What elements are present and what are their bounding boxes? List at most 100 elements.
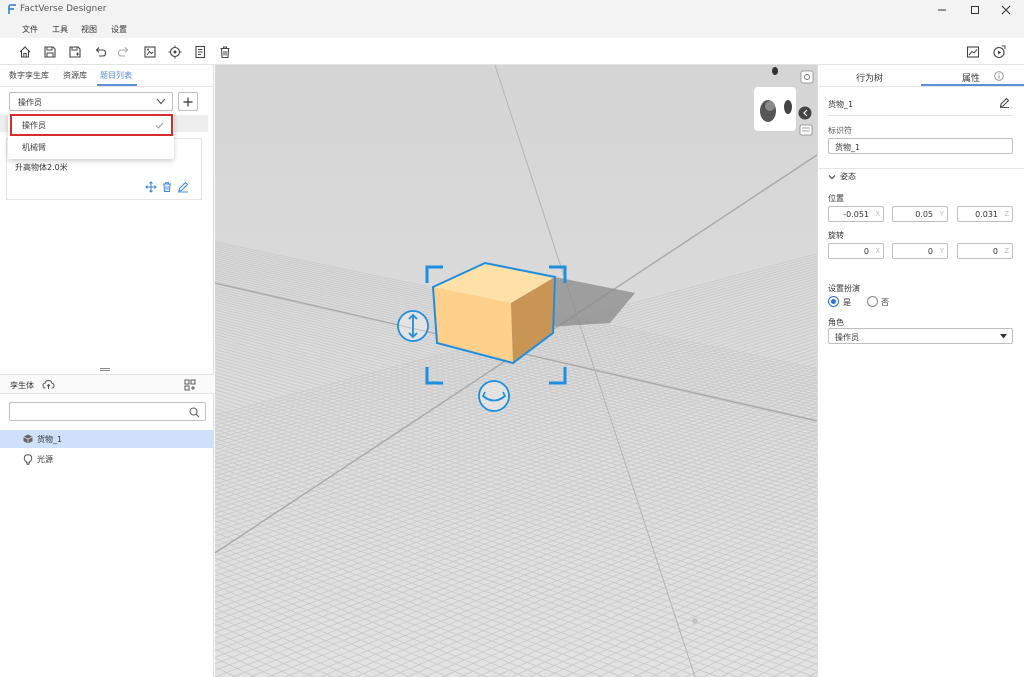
twin-panel-title: 孪生体 <box>10 381 34 390</box>
title-bar: FactVerse Designer <box>0 0 1024 20</box>
add-button[interactable] <box>178 92 198 111</box>
position-x-field[interactable]: -0.051 X <box>828 206 884 222</box>
grid-marker <box>692 618 698 624</box>
position-x-value: -0.051 <box>843 210 869 219</box>
search-icon[interactable] <box>189 407 200 418</box>
chevron-down-icon <box>156 98 166 105</box>
tab-properties[interactable]: 属性 <box>962 71 980 84</box>
redo-icon[interactable] <box>114 42 133 61</box>
dropdown-option-robot-arm[interactable]: 机械臂 <box>22 142 46 153</box>
rotation-z-value: 0 <box>992 247 998 256</box>
identifier-label: 标识符 <box>828 126 852 135</box>
position-z-field[interactable]: 0.031 Z <box>957 206 1013 222</box>
publish-icon[interactable] <box>989 42 1008 61</box>
axis-x-label: X <box>875 247 880 255</box>
tree-item-label: 货物_1 <box>37 435 63 444</box>
twin-panel-header: 孪生体 <box>0 374 214 394</box>
vertical-move-gizmo-icon[interactable] <box>397 310 429 342</box>
cloud-upload-icon[interactable] <box>42 379 55 390</box>
left-panel: 数字孪生库 资源库 题目列表 操作员 升高物体2.0米 操作员 机械臂 孪生体 … <box>0 65 214 677</box>
menu-settings[interactable]: 设置 <box>111 24 127 35</box>
collapse-chevron-icon[interactable] <box>828 173 836 181</box>
scene-icon[interactable] <box>140 42 159 61</box>
info-icon[interactable] <box>994 71 1004 81</box>
document-icon[interactable] <box>190 42 209 61</box>
window-title: FactVerse Designer <box>20 4 107 14</box>
caret-down-icon <box>1000 334 1007 339</box>
check-icon <box>155 122 164 129</box>
splitter-grip-icon <box>100 368 110 369</box>
tab-resource-library[interactable]: 资源库 <box>63 70 87 81</box>
divider <box>828 115 1014 116</box>
actor-no-label: 否 <box>881 298 889 307</box>
close-icon[interactable] <box>999 3 1013 17</box>
axis-z-label: Z <box>1004 247 1009 255</box>
viewport-settings-icon[interactable] <box>800 70 814 84</box>
pencil-edit-icon[interactable] <box>999 97 1010 108</box>
role-dropdown[interactable]: 操作员 <box>828 328 1013 344</box>
home-icon[interactable] <box>15 42 34 61</box>
tab-digital-twin-library[interactable]: 数字孪生库 <box>9 70 49 81</box>
set-actor-label: 设置扮演 <box>828 284 860 293</box>
twin-search-box <box>9 402 206 421</box>
scene-canvas <box>215 65 817 677</box>
tab-divider <box>818 86 1024 87</box>
layout-icon[interactable] <box>184 379 196 391</box>
cube-icon <box>23 434 33 444</box>
app-logo-icon <box>8 4 17 15</box>
role-label: 角色 <box>828 318 844 327</box>
edit-icon[interactable] <box>177 181 189 193</box>
position-label: 位置 <box>828 194 844 203</box>
rotation-y-value: 0 <box>927 247 933 256</box>
tab-behavior-tree[interactable]: 行为树 <box>856 71 883 84</box>
nav-back-icon[interactable] <box>798 106 812 120</box>
tab-question-list[interactable]: 题目列表 <box>100 70 132 81</box>
save-as-icon[interactable] <box>65 42 84 61</box>
actor-yes-label: 是 <box>843 298 851 307</box>
compass-top-icon[interactable] <box>772 67 778 75</box>
toolbar <box>0 38 1024 65</box>
move-icon[interactable] <box>145 181 157 193</box>
rotate-gizmo-icon[interactable] <box>478 380 510 412</box>
actor-no-radio[interactable] <box>867 296 878 307</box>
delete-icon[interactable] <box>215 42 234 61</box>
menu-view[interactable]: 视图 <box>81 24 97 35</box>
undo-icon[interactable] <box>90 42 109 61</box>
pose-section-title: 姿态 <box>840 172 856 181</box>
camera-view-icon[interactable] <box>799 124 813 136</box>
axis-z-label: Z <box>1004 210 1009 218</box>
menu-file[interactable]: 文件 <box>22 24 38 35</box>
rotation-z-field[interactable]: 0 Z <box>957 243 1013 259</box>
tree-item-cargo[interactable]: 货物_1 <box>0 430 214 448</box>
trash-icon[interactable] <box>161 181 173 193</box>
position-y-value: 0.05 <box>915 210 933 219</box>
axis-x-label: X <box>875 210 880 218</box>
position-z-value: 0.031 <box>975 210 998 219</box>
target-icon[interactable] <box>165 42 184 61</box>
lightbulb-icon <box>23 454 33 465</box>
maximize-icon[interactable] <box>968 3 982 17</box>
tree-item-light[interactable]: 光源 <box>0 450 214 468</box>
rotation-x-field[interactable]: 0 X <box>828 243 884 259</box>
dropdown-option-operator[interactable]: 操作员 <box>10 114 173 136</box>
tree-item-label: 光源 <box>37 455 53 464</box>
actor-yes-radio[interactable] <box>828 296 839 307</box>
rotation-label: 旋转 <box>828 231 844 240</box>
rotation-x-value: 0 <box>863 247 869 256</box>
menu-bar: 文件 工具 视图 设置 <box>0 20 1024 38</box>
position-y-field[interactable]: 0.05 Y <box>892 206 948 222</box>
3d-viewport[interactable] <box>215 65 817 677</box>
menu-tools[interactable]: 工具 <box>52 24 68 35</box>
identifier-value: 货物_1 <box>835 143 861 152</box>
axis-y-label: Y <box>939 210 944 218</box>
panel-splitter[interactable] <box>0 367 214 373</box>
tab-divider <box>0 86 214 87</box>
chart-icon[interactable] <box>963 42 982 61</box>
save-icon[interactable] <box>40 42 59 61</box>
role-select[interactable]: 操作员 <box>9 92 173 111</box>
identifier-field[interactable]: 货物_1 <box>828 138 1013 154</box>
rotation-y-field[interactable]: 0 Y <box>892 243 948 259</box>
twin-search-input[interactable] <box>10 403 180 420</box>
minimize-icon[interactable] <box>935 3 949 17</box>
role-dropdown-value: 操作员 <box>835 333 859 342</box>
